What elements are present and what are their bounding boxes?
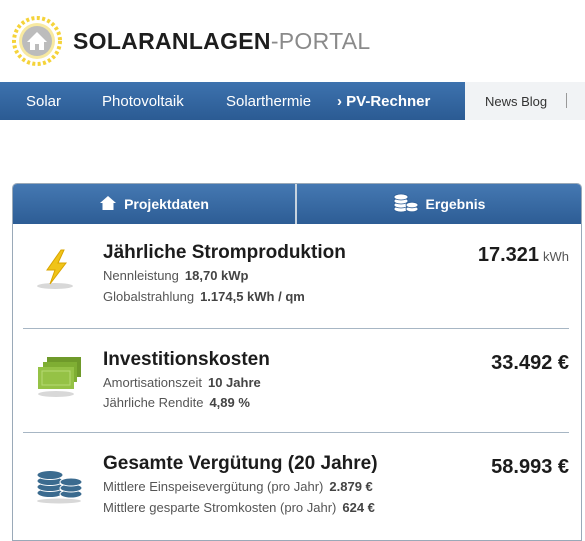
lightning-icon (33, 246, 85, 292)
stromproduktion-amount: 17.321 (477, 244, 539, 266)
stromproduktion-unit: kWh (543, 249, 569, 264)
globalstrahlung-label: Globalstrahlung (103, 289, 195, 304)
nennleistung-line: Nennleistung 18,70 kWp (103, 268, 248, 283)
nav-item-solar[interactable]: Solar (26, 93, 61, 110)
result-row-investitionskosten: Investitionskosten Amortisationszeit 10 J… (23, 328, 569, 432)
nav-item-news-blog[interactable]: News Blog (485, 94, 547, 109)
einspeiseverguetung-label: Mittlere Einspeisevergütung (pro Jahr) (103, 479, 324, 494)
result-row-stromproduktion: Jährliche Stromproduktion Nennleistung 18… (23, 224, 569, 328)
tab-ergebnis[interactable]: Ergebnis (297, 184, 581, 224)
main-nav: Solar Photovoltaik Solarthermie › PV-Rec… (0, 82, 585, 120)
stromkosten-label: Mittlere gesparte Stromkosten (pro Jahr) (103, 500, 337, 515)
rendite-line: Jährliche Rendite 4,89 % (103, 395, 250, 410)
stromkosten-line: Mittlere gesparte Stromkosten (pro Jahr)… (103, 500, 375, 515)
globalstrahlung-line: Globalstrahlung 1.174,5 kWh / qm (103, 289, 305, 304)
house-sun-icon (12, 16, 62, 66)
amortisation-line: Amortisationszeit 10 Jahre (103, 375, 261, 390)
verguetung-title: Gesamte Vergütung (20 Jahre) (103, 453, 378, 474)
amortisation-value: 10 Jahre (207, 375, 261, 390)
verguetung-value: 58.993 € (491, 456, 569, 478)
stromkosten-value: 624 € (342, 500, 375, 515)
einspeiseverguetung-value: 2.879 € (329, 479, 373, 494)
coin-stacks-icon (33, 459, 85, 505)
home-icon (99, 195, 117, 214)
nav-secondary: News Blog (465, 82, 585, 120)
stromproduktion-value: 17.321 kWh (478, 244, 569, 267)
banknotes-icon (33, 354, 85, 400)
nav-item-pv-rechner[interactable]: › PV-Rechner (337, 93, 430, 110)
rendite-value: 4,89 % (209, 395, 250, 410)
nav-primary: Solar Photovoltaik Solarthermie › PV-Rec… (0, 82, 465, 120)
nav-divider (566, 93, 567, 108)
tab-ergebnis-label: Ergebnis (425, 196, 486, 212)
coins-icon (393, 193, 419, 216)
tab-bar: Projektdaten Ergebnis (13, 184, 581, 224)
amortisation-label: Amortisationszeit (103, 375, 202, 390)
tab-projektdaten-label: Projektdaten (124, 196, 209, 212)
site-title: SOLARANLAGEN-PORTAL (73, 28, 371, 55)
einspeiseverguetung-line: Mittlere Einspeisevergütung (pro Jahr) 2.… (103, 479, 373, 494)
brand-header[interactable]: SOLARANLAGEN-PORTAL (12, 16, 371, 66)
tab-projektdaten[interactable]: Projektdaten (13, 184, 297, 224)
nennleistung-value: 18,70 kWp (184, 268, 249, 283)
globalstrahlung-value: 1.174,5 kWh / qm (200, 289, 305, 304)
calculator-card: Projektdaten Ergebnis Jährliche Strompro… (12, 183, 582, 541)
site-title-strong: SOLARANLAGEN (73, 27, 271, 54)
nav-item-solarthermie[interactable]: Solarthermie (226, 93, 311, 110)
nennleistung-label: Nennleistung (103, 268, 179, 283)
investitionskosten-value: 33.492 € (491, 352, 569, 374)
nav-item-photovoltaik[interactable]: Photovoltaik (102, 93, 184, 110)
site-title-light: -PORTAL (270, 27, 371, 54)
investitionskosten-title: Investitionskosten (103, 349, 270, 370)
result-row-verguetung: Gesamte Vergütung (20 Jahre) Mittlere Ei… (23, 432, 569, 536)
stromproduktion-title: Jährliche Stromproduktion (103, 242, 346, 263)
rendite-label: Jährliche Rendite (103, 395, 204, 410)
